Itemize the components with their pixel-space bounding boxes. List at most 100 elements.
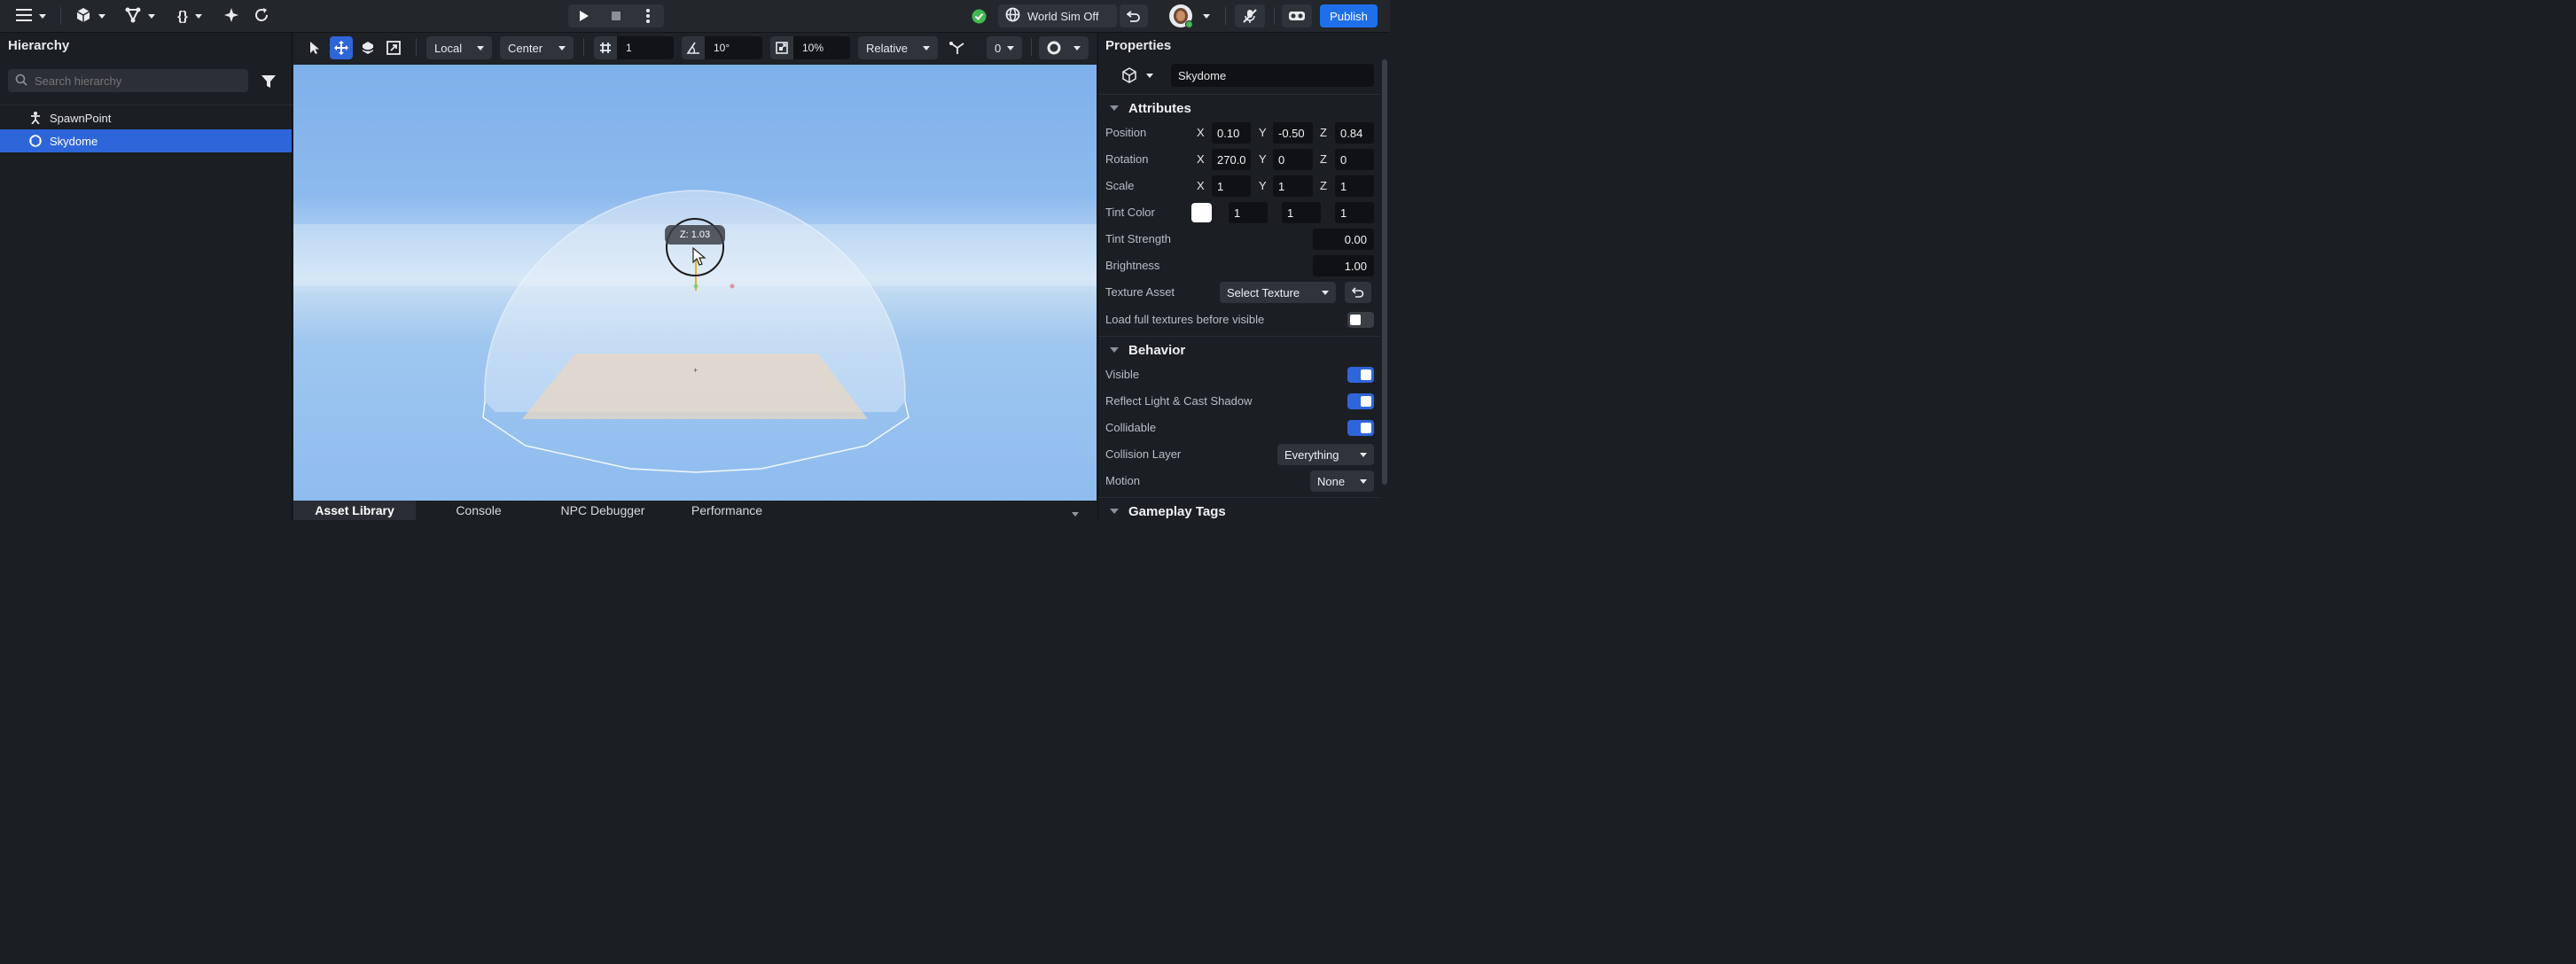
collidable-toggle[interactable] bbox=[1347, 420, 1374, 436]
section-gameplay-tags[interactable]: Gameplay Tags bbox=[1098, 497, 1380, 520]
visible-toggle[interactable] bbox=[1347, 367, 1374, 383]
reset-world-button[interactable] bbox=[1120, 4, 1148, 27]
refresh-button[interactable] bbox=[252, 4, 271, 27]
motion-dropdown[interactable]: None bbox=[1310, 470, 1374, 492]
rotation-y-field[interactable]: 0 bbox=[1273, 149, 1313, 170]
scale-x-field[interactable]: 1 bbox=[1212, 175, 1251, 197]
texture-asset-label: Texture Asset bbox=[1105, 285, 1175, 299]
gizmo-x-handle[interactable] bbox=[730, 284, 735, 289]
position-row: Position X 0.10 Y -0.50 Z 0.84 bbox=[1098, 120, 1380, 146]
grid-snap-field[interactable]: 1 bbox=[594, 36, 674, 59]
pivot-tool-button[interactable] bbox=[947, 36, 968, 59]
texture-asset-dropdown[interactable]: Select Texture bbox=[1220, 282, 1336, 303]
move-tool-button[interactable] bbox=[330, 36, 353, 59]
cube-icon bbox=[75, 7, 91, 26]
tint-color-swatch[interactable] bbox=[1191, 203, 1212, 222]
position-x-field[interactable]: 0.10 bbox=[1212, 122, 1251, 144]
hierarchy-item-skydome[interactable]: Skydome bbox=[0, 129, 292, 152]
main-menu-button[interactable] bbox=[12, 4, 50, 27]
tint-r-field[interactable]: 1 bbox=[1229, 202, 1268, 223]
scale-z-field[interactable]: 1 bbox=[1335, 175, 1374, 197]
scale-snap-field[interactable]: 10% bbox=[770, 36, 850, 59]
tab-asset-library[interactable]: Asset Library bbox=[293, 501, 416, 520]
scale-icon bbox=[386, 41, 401, 55]
section-attributes[interactable]: Attributes bbox=[1098, 94, 1380, 120]
filter-button[interactable] bbox=[259, 72, 278, 91]
nodes-menu-button[interactable] bbox=[122, 4, 158, 27]
publish-button[interactable]: Publish bbox=[1320, 4, 1378, 27]
tint-strength-field[interactable]: 0.00 bbox=[1313, 229, 1374, 250]
scale-y-field[interactable]: 1 bbox=[1273, 175, 1313, 197]
stop-button[interactable] bbox=[600, 4, 632, 27]
scrollbar-thumb[interactable] bbox=[1382, 59, 1387, 485]
collision-layer-dropdown[interactable]: Everything bbox=[1277, 444, 1374, 465]
chevron-down-icon bbox=[1146, 73, 1153, 78]
position-z-field[interactable]: 0.84 bbox=[1335, 122, 1374, 144]
vr-preview-button[interactable] bbox=[1282, 4, 1312, 27]
rotation-z-field[interactable]: 0 bbox=[1335, 149, 1374, 170]
undo-icon bbox=[1127, 11, 1140, 22]
hierarchy-item-spawnpoint[interactable]: SpawnPoint bbox=[0, 106, 292, 129]
panel-collapse-icon[interactable] bbox=[1072, 512, 1079, 517]
tint-g-field[interactable]: 1 bbox=[1282, 202, 1321, 223]
axis-y-label: Y bbox=[1259, 179, 1267, 192]
scale-label: Scale bbox=[1105, 179, 1135, 192]
tint-b-field[interactable]: 1 bbox=[1335, 202, 1374, 223]
gizmo-y-handle[interactable] bbox=[693, 284, 699, 289]
rotation-row: Rotation X 270.0 Y 0 Z 0 bbox=[1098, 146, 1380, 173]
divider bbox=[1225, 7, 1226, 25]
collision-layer-value: Everything bbox=[1284, 447, 1339, 462]
scripts-menu-button[interactable]: {} bbox=[171, 4, 208, 27]
select-tool-button[interactable] bbox=[305, 36, 324, 59]
rotation-x-field[interactable]: 270.0 bbox=[1212, 149, 1251, 170]
play-button[interactable] bbox=[568, 4, 600, 27]
partial-dropdown[interactable]: 0 bbox=[987, 36, 1022, 59]
filter-icon bbox=[262, 75, 276, 88]
texture-asset-value: Select Texture bbox=[1227, 285, 1300, 299]
texture-asset-row: Texture Asset Select Texture bbox=[1098, 279, 1380, 306]
section-title: Attributes bbox=[1128, 101, 1191, 116]
scale-snap-toggle[interactable] bbox=[770, 36, 793, 59]
chevron-down-icon bbox=[39, 13, 46, 19]
section-title: Behavior bbox=[1128, 343, 1186, 358]
axis-x-label: X bbox=[1197, 179, 1205, 192]
tab-console[interactable]: Console bbox=[419, 501, 538, 520]
undo-icon bbox=[1352, 287, 1364, 298]
entity-name-field[interactable]: Skydome bbox=[1171, 64, 1374, 87]
section-behavior[interactable]: Behavior bbox=[1098, 336, 1380, 362]
load-full-textures-toggle[interactable] bbox=[1347, 312, 1374, 328]
more-options-button[interactable] bbox=[632, 4, 664, 27]
reflect-light-toggle[interactable] bbox=[1347, 393, 1374, 409]
space-mode-dropdown[interactable]: Local bbox=[426, 36, 492, 59]
world-sim-toggle[interactable]: World Sim Off bbox=[998, 4, 1117, 27]
rotation-snap-field[interactable]: 10° bbox=[682, 36, 762, 59]
axis-y-label: Y bbox=[1259, 126, 1267, 139]
spawn-point-icon bbox=[28, 112, 43, 124]
motion-value: None bbox=[1317, 474, 1346, 488]
position-y-field[interactable]: -0.50 bbox=[1273, 122, 1313, 144]
tab-npc-debugger[interactable]: NPC Debugger bbox=[542, 501, 664, 520]
account-menu-button[interactable] bbox=[1164, 4, 1215, 28]
pivot-mode-dropdown[interactable]: Center bbox=[500, 36, 574, 59]
chevron-down-icon bbox=[1360, 478, 1367, 484]
grid-snap-toggle[interactable] bbox=[594, 36, 617, 59]
axis-z-label: Z bbox=[1320, 152, 1327, 166]
rotation-snap-toggle[interactable] bbox=[682, 36, 705, 59]
build-menu-button[interactable] bbox=[73, 4, 108, 27]
rotate-tool-button[interactable] bbox=[358, 36, 378, 59]
properties-scrollbar[interactable] bbox=[1380, 33, 1390, 520]
reset-texture-button[interactable] bbox=[1345, 282, 1371, 303]
tab-performance[interactable]: Performance bbox=[667, 501, 786, 520]
scene-viewport[interactable]: + Z: 1.03 bbox=[293, 65, 1097, 501]
mute-button[interactable] bbox=[1235, 4, 1265, 27]
snap-mode-dropdown[interactable]: Relative bbox=[858, 36, 938, 59]
axis-x-label: X bbox=[1197, 152, 1205, 166]
entity-type-dropdown[interactable] bbox=[1120, 64, 1155, 87]
scale-tool-button[interactable] bbox=[384, 36, 403, 59]
skydome-icon bbox=[28, 135, 43, 147]
brightness-field[interactable]: 1.00 bbox=[1313, 255, 1374, 276]
render-mode-dropdown[interactable] bbox=[1039, 36, 1089, 59]
ai-assist-button[interactable] bbox=[222, 4, 241, 27]
search-input[interactable] bbox=[35, 74, 230, 88]
chevron-down-icon bbox=[1007, 45, 1014, 51]
